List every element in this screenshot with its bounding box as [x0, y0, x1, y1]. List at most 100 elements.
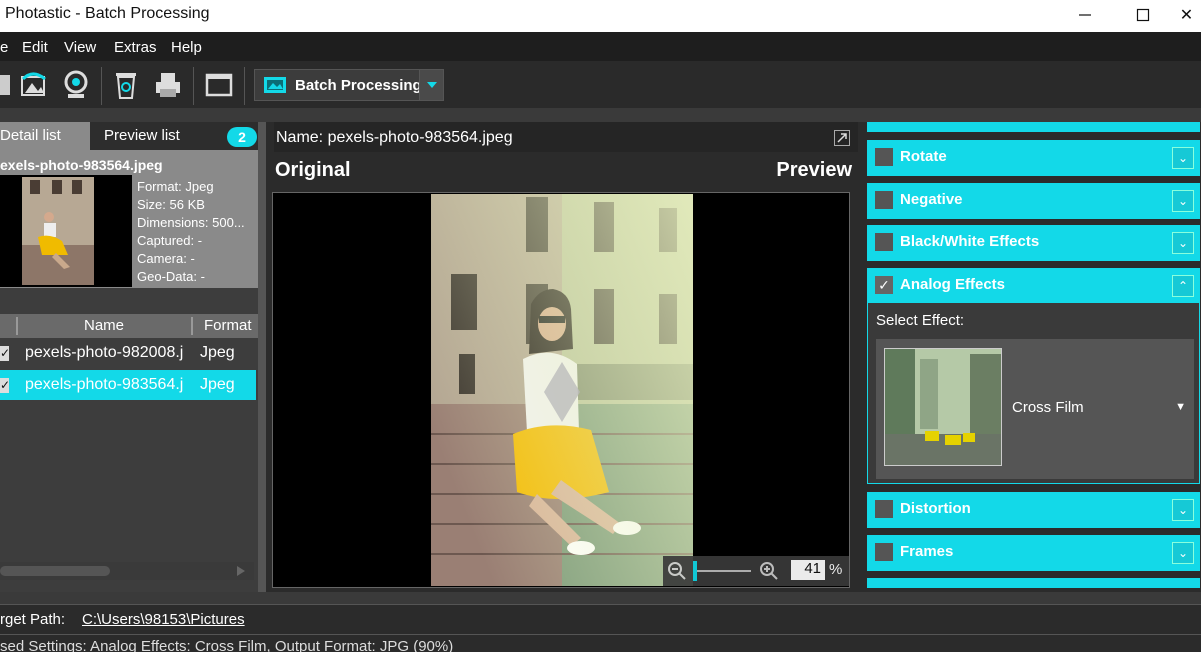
row-checkbox[interactable]: ✓ — [0, 378, 9, 393]
zoom-slider[interactable] — [693, 570, 751, 572]
toolbar-separator — [101, 67, 102, 105]
scrollbar-thumb[interactable] — [0, 566, 110, 576]
effect-label: Frames — [900, 543, 954, 560]
effects-panel: Rotate ⌄ Negative ⌄ Black/White Effects … — [860, 122, 1201, 592]
meta-dimensions: Dimensions: 500... — [137, 215, 245, 230]
recycle-button[interactable] — [109, 69, 143, 101]
batch-processing-button[interactable]: Batch Processing — [254, 69, 444, 101]
status-bar: sed Settings: Analog Effects: Cross Film… — [0, 634, 1201, 652]
photo-thumbnail — [0, 175, 132, 287]
minimize-button[interactable] — [1056, 0, 1114, 30]
chevron-down-icon[interactable]: ⌄ — [1172, 499, 1194, 521]
effect-label: Distortion — [900, 500, 971, 517]
chevron-down-icon[interactable]: ⌄ — [1172, 232, 1194, 254]
effect-section-rotate[interactable]: Rotate ⌄ — [867, 140, 1200, 176]
window-mode-button[interactable] — [202, 69, 236, 101]
effect-select[interactable]: Cross Film ▼ — [876, 339, 1194, 479]
select-effect-label: Select Effect: — [876, 312, 965, 329]
file-count-badge: 2 — [227, 127, 257, 147]
effect-checkbox[interactable] — [875, 233, 893, 251]
title-bar: Photastic - Batch Processing ✕ — [0, 0, 1201, 32]
chevron-up-icon[interactable]: ⌃ — [1172, 275, 1194, 297]
compare-header: Original Preview — [272, 156, 856, 188]
preview-panel: Name: pexels-photo-983564.jpeg Original … — [266, 122, 860, 592]
column-header-format[interactable]: Format — [204, 317, 252, 334]
maximize-icon — [1136, 8, 1150, 22]
effect-checkbox[interactable] — [875, 543, 893, 561]
panel-splitter[interactable] — [258, 122, 266, 592]
effect-label: Rotate — [900, 148, 947, 165]
preview-label: Preview — [776, 159, 852, 181]
file-list-tabs: Detail list Preview list 2 — [0, 122, 258, 150]
effect-section-analog[interactable]: ✓ Analog Effects ⌃ — [867, 268, 1200, 304]
effect-section-distortion[interactable]: Distortion ⌄ — [867, 492, 1200, 528]
minimize-icon — [1079, 14, 1091, 16]
effect-label: Negative — [900, 191, 963, 208]
effect-section-frames[interactable]: Frames ⌄ — [867, 535, 1200, 571]
bottom-divider — [0, 592, 1201, 604]
menu-help[interactable]: Help — [171, 39, 202, 56]
effect-label: Analog Effects — [900, 276, 1006, 293]
table-row[interactable]: ✓ pexels-photo-982008.j Jpeg — [0, 338, 256, 368]
maximize-button[interactable] — [1114, 0, 1172, 30]
target-path-bar: rget Path: C:\Users\98153\Pictures — [0, 604, 1201, 634]
scroll-right-icon[interactable] — [236, 566, 246, 576]
menu-bar: e Edit View Extras Help — [0, 32, 1201, 61]
tab-detail-list[interactable]: Detail list — [0, 122, 90, 150]
effect-section-previous — [867, 122, 1200, 132]
column-header-name[interactable]: Name — [84, 317, 124, 334]
status-text: sed Settings: Analog Effects: Cross Film… — [0, 638, 454, 652]
meta-geo-data: Geo-Data: - — [137, 269, 205, 284]
file-thumbnail — [0, 175, 132, 287]
expand-arrow-icon — [837, 133, 847, 143]
effect-checkbox[interactable] — [875, 191, 893, 209]
effect-section-negative[interactable]: Negative ⌄ — [867, 183, 1200, 219]
effect-checkbox[interactable] — [875, 148, 893, 166]
close-button[interactable]: ✕ — [1172, 0, 1201, 30]
original-label: Original — [275, 159, 351, 181]
row-checkbox[interactable]: ✓ — [0, 346, 9, 361]
menu-edit[interactable]: Edit — [22, 39, 48, 56]
menu-view[interactable]: View — [64, 39, 96, 56]
chevron-down-icon[interactable]: ⌄ — [1172, 190, 1194, 212]
rotate-image-button[interactable] — [17, 69, 51, 101]
row-file-format: Jpeg — [200, 376, 235, 393]
expand-icon[interactable] — [834, 130, 850, 146]
cross-film-thumbnail — [885, 349, 1001, 465]
toolbar-separator — [193, 67, 194, 105]
print-button[interactable] — [151, 69, 185, 101]
effect-checkbox[interactable] — [875, 500, 893, 518]
webcam-button[interactable] — [59, 69, 93, 101]
file-detail: exels-photo-983564.jpeg Format: Jpeg Siz… — [0, 150, 258, 288]
zoom-in-icon[interactable] — [759, 561, 779, 581]
batch-processing-icon — [264, 77, 286, 93]
menu-extras[interactable]: Extras — [114, 39, 157, 56]
chevron-down-icon[interactable]: ⌄ — [1172, 147, 1194, 169]
printer-icon — [156, 73, 180, 97]
chevron-down-icon[interactable]: ⌄ — [1172, 542, 1194, 564]
effect-section-black-white[interactable]: Black/White Effects ⌄ — [867, 225, 1200, 261]
horizontal-scrollbar[interactable] — [0, 562, 254, 580]
effect-checkbox-checked[interactable]: ✓ — [875, 276, 893, 294]
image-viewer[interactable]: 41 % — [272, 192, 850, 588]
meta-camera: Camera: - — [137, 251, 195, 266]
save-icon — [0, 75, 10, 95]
file-list-header: Name Format — [0, 314, 258, 338]
toolbar: Batch Processing — [0, 61, 1201, 108]
target-path-link[interactable]: C:\Users\98153\Pictures — [82, 611, 245, 628]
column-separator — [16, 317, 18, 335]
row-file-name: pexels-photo-982008.j — [25, 344, 184, 361]
zoom-slider-handle[interactable] — [693, 561, 697, 581]
window-title: Photastic - Batch Processing — [5, 5, 210, 22]
dropdown-arrow-icon[interactable]: ▼ — [1175, 401, 1186, 413]
compare-divider-handle[interactable] — [544, 362, 580, 422]
table-row[interactable]: ✓ pexels-photo-983564.j Jpeg — [0, 370, 256, 400]
image-name-label: Name: pexels-photo-983564.jpeg — [276, 129, 513, 146]
menu-file[interactable]: e — [0, 39, 8, 56]
effect-thumbnail — [884, 348, 1002, 466]
row-file-name: pexels-photo-983564.j — [25, 376, 184, 393]
tab-preview-list[interactable]: Preview list — [90, 122, 220, 150]
batch-processing-dropdown[interactable] — [419, 70, 443, 100]
zoom-out-icon[interactable] — [667, 561, 687, 581]
zoom-level-input[interactable]: 41 — [791, 560, 825, 580]
